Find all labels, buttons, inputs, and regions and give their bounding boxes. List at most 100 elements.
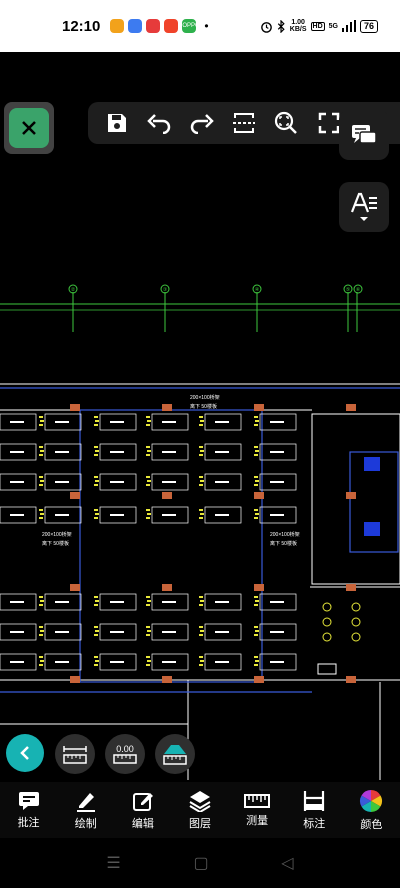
pen-icon bbox=[76, 792, 95, 812]
equipment-tag bbox=[146, 416, 150, 418]
equipment-tag bbox=[255, 420, 259, 422]
equipment-tag bbox=[94, 424, 98, 426]
equipment-tag bbox=[39, 604, 43, 606]
back-icon[interactable]: ◁ bbox=[281, 853, 293, 873]
equipment-tag bbox=[255, 660, 259, 662]
equipment-tag bbox=[147, 480, 151, 482]
equipment-label-line bbox=[162, 661, 176, 663]
comment-list-button[interactable] bbox=[339, 110, 389, 160]
equipment-tag bbox=[147, 450, 151, 452]
equipment-label-line bbox=[270, 451, 284, 453]
nav-draw[interactable]: 绘制 bbox=[60, 790, 112, 831]
comments-icon bbox=[352, 125, 377, 144]
close-drawing-button[interactable] bbox=[4, 102, 54, 154]
column-markers bbox=[70, 404, 356, 683]
equipment-label-line bbox=[215, 661, 229, 663]
axis-labels: ② ③ ④ ⑤ ⑥ bbox=[71, 287, 361, 293]
nav-annotate[interactable]: 批注 bbox=[3, 791, 55, 830]
equipment-label-line bbox=[110, 421, 124, 423]
equipment-label-line bbox=[215, 451, 229, 453]
nav-measure[interactable]: 测量 bbox=[231, 793, 283, 828]
equipment-tag bbox=[146, 476, 150, 478]
equipment-label-line bbox=[110, 451, 124, 453]
nav-edit[interactable]: 编辑 bbox=[117, 790, 169, 831]
area-measure-icon bbox=[163, 745, 187, 765]
equipment-tag bbox=[40, 480, 44, 482]
equipment-label-line bbox=[55, 514, 69, 516]
redo-button[interactable] bbox=[187, 108, 217, 138]
zoom-button[interactable] bbox=[271, 108, 301, 138]
equipment-label-line bbox=[162, 514, 176, 516]
equipment-label-line bbox=[55, 631, 69, 633]
equipment-tag bbox=[255, 480, 259, 482]
nav-color-label: 颜色 bbox=[360, 818, 383, 831]
equipment-label-line bbox=[162, 481, 176, 483]
equipment-tag bbox=[199, 517, 203, 519]
axis-label-2: ② bbox=[71, 287, 76, 293]
equipment-tag bbox=[199, 634, 203, 636]
network-label: 5G bbox=[328, 22, 338, 30]
equipment-tag bbox=[147, 660, 151, 662]
cad-drawing[interactable]: ② ③ ④ ⑤ ⑥ 200×100桥架 离下 50楼板 200×100桥架 离下… bbox=[0, 52, 400, 780]
equipment-tag bbox=[254, 656, 258, 658]
equipment-label-line bbox=[270, 661, 284, 663]
equipment-tag bbox=[254, 416, 258, 418]
equipment-tag bbox=[254, 476, 258, 478]
comment-icon bbox=[18, 791, 39, 810]
nav-measure-label: 测量 bbox=[246, 814, 269, 827]
status-dot: • bbox=[204, 19, 209, 33]
equipment-tag bbox=[95, 450, 99, 452]
equipment-tag bbox=[95, 630, 99, 632]
bottom-nav: 批注 绘制 编辑 图层 测量 标注 颜色 bbox=[0, 782, 400, 838]
equipment-label-line bbox=[110, 601, 124, 603]
fit-view-button[interactable] bbox=[229, 108, 259, 138]
save-button[interactable] bbox=[102, 108, 132, 138]
nav-layers[interactable]: 图层 bbox=[174, 790, 226, 831]
text-style-button[interactable] bbox=[339, 182, 389, 232]
equipment-tag bbox=[254, 517, 258, 519]
cad-canvas[interactable]: ② ③ ④ ⑤ ⑥ 200×100桥架 离下 50楼板 200×100桥架 离下… bbox=[0, 52, 400, 780]
app-icon-2 bbox=[128, 19, 143, 33]
equipment-label-line bbox=[270, 631, 284, 633]
equipment-tag bbox=[254, 626, 258, 628]
equipment-tag bbox=[146, 424, 150, 426]
undo-button[interactable] bbox=[144, 108, 174, 138]
dimension-icon bbox=[304, 790, 325, 811]
linear-measure-button[interactable] bbox=[55, 734, 95, 774]
area-measure-button[interactable] bbox=[155, 734, 195, 774]
equipment-tag bbox=[199, 424, 203, 426]
fit-view-icon bbox=[232, 113, 255, 133]
equipment-tag bbox=[40, 600, 44, 602]
equipment-label-line bbox=[162, 451, 176, 453]
axis-label-5: ⑤ bbox=[346, 287, 351, 293]
equipment-tag bbox=[254, 454, 258, 456]
equipment-tag bbox=[40, 630, 44, 632]
equipment-tag bbox=[39, 424, 43, 426]
nav-dimension[interactable]: 标注 bbox=[288, 790, 340, 831]
nav-color[interactable]: 颜色 bbox=[345, 789, 397, 832]
equipment-tag bbox=[94, 416, 98, 418]
menu-icon[interactable]: ☰ bbox=[106, 853, 120, 873]
equipment-tag bbox=[146, 634, 150, 636]
equipment-tag bbox=[39, 509, 43, 511]
note-6: 离下 50楼板 bbox=[42, 540, 69, 547]
equipment-label-line bbox=[270, 421, 284, 423]
blue-walls bbox=[0, 387, 400, 693]
equipment-tag bbox=[40, 420, 44, 422]
equipment-label-line bbox=[215, 481, 229, 483]
equipment-tag bbox=[200, 420, 204, 422]
equipment-label-line bbox=[110, 514, 124, 516]
distance-measure-button[interactable]: 0.00 bbox=[105, 734, 145, 774]
layers-icon bbox=[189, 790, 211, 812]
signal-icon bbox=[341, 20, 356, 32]
battery-indicator: 76 bbox=[359, 19, 378, 33]
equipment-tag bbox=[200, 480, 204, 482]
equipment-tag bbox=[95, 600, 99, 602]
equipment-label-line bbox=[162, 601, 176, 603]
collapse-tools-button[interactable] bbox=[6, 734, 44, 772]
save-icon bbox=[108, 114, 127, 132]
home-icon[interactable]: ▢ bbox=[193, 853, 208, 873]
note-5: 200×100桥架 bbox=[42, 531, 72, 538]
equipment-label-line bbox=[10, 601, 24, 603]
equipment-tag bbox=[199, 664, 203, 666]
